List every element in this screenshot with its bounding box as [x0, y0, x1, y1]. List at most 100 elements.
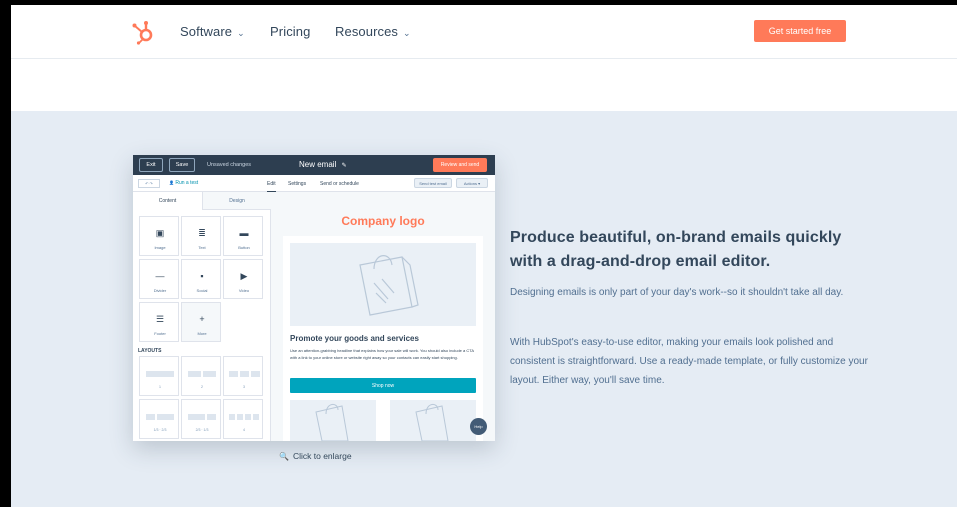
hero-image-placeholder — [290, 243, 476, 326]
editor-top-bar: Exit Save Unsaved changes New email ✎ Re… — [133, 155, 495, 175]
tab-design: Design — [202, 192, 271, 210]
shopping-bag-icon — [359, 255, 419, 316]
shopping-bag-icon — [315, 404, 349, 441]
click-to-enlarge-label: Click to enlarge — [292, 451, 352, 461]
email-editor-feature-section: Exit Save Unsaved changes New email ✎ Re… — [11, 111, 957, 507]
nav-pricing[interactable]: Pricing — [270, 24, 310, 39]
layout-two-column: 2 — [181, 356, 221, 396]
layouts-heading: LAYOUTS — [138, 348, 162, 354]
layout-block — [146, 414, 155, 420]
get-started-free-button[interactable]: Get started free — [754, 20, 846, 42]
person-icon: 👤 — [169, 180, 174, 185]
help-button: Help — [470, 418, 487, 435]
email-title-text: New email — [299, 160, 337, 169]
page: Software ⌄ Pricing Resources ⌄ Get started… — [11, 5, 957, 507]
module-text: ≣ Text — [181, 216, 221, 256]
actions-dropdown: Actions ▾ — [456, 178, 488, 188]
top-nav: Software ⌄ Pricing Resources ⌄ Get started… — [11, 5, 957, 59]
send-test-email-button: Send test email — [414, 178, 452, 188]
chevron-down-icon: ⌄ — [237, 28, 245, 38]
layout-block — [207, 414, 216, 420]
layout-block — [251, 371, 260, 377]
layout-label: 2/3 · 1/3 — [195, 428, 209, 432]
module-social: ▪ Social — [181, 259, 221, 299]
nav-software[interactable]: Software ⌄ — [180, 24, 245, 39]
layout-label: 1/3 · 2/3 — [153, 428, 167, 432]
tab-send-or-schedule: Send or schedule — [320, 181, 359, 187]
feature-heading: Produce beautiful, on-brand emails quick… — [510, 229, 842, 270]
plus-icon: + — [199, 314, 205, 324]
module-label: Divider — [153, 288, 167, 293]
tab-settings: Settings — [288, 181, 307, 187]
module-label: More — [197, 331, 207, 336]
layout-block — [203, 371, 216, 377]
email-body-card: Promote your goods and services Use an a… — [283, 236, 483, 441]
tab-edit: Edit — [267, 181, 276, 192]
save-button: Save — [169, 158, 195, 172]
module-video: ▶ Video — [223, 259, 263, 299]
layout-block — [188, 414, 205, 420]
layout-third-two-thirds: 1/3 · 2/3 — [139, 399, 179, 439]
email-editor-screenshot[interactable]: Exit Save Unsaved changes New email ✎ Re… — [133, 155, 495, 441]
footer-icon: ☰ — [155, 314, 165, 324]
module-label: Video — [238, 288, 250, 293]
divider-icon: — — [155, 271, 165, 281]
feature-paragraph-2: With HubSpot's easy-to-use editor, makin… — [510, 337, 868, 386]
module-label: Text — [198, 245, 206, 250]
layout-label: 1 — [159, 385, 161, 389]
product-image-placeholder — [390, 400, 476, 441]
run-a-test-link: 👤 Run a test — [169, 180, 198, 186]
nav-pricing-label: Pricing — [270, 24, 311, 39]
module-footer: ☰ Footer — [139, 302, 179, 342]
layout-block — [237, 414, 243, 420]
shopping-bag-icon — [415, 404, 449, 441]
layout-block — [245, 414, 251, 420]
layout-block — [146, 371, 174, 377]
chevron-down-icon: ⌄ — [403, 28, 411, 38]
nav-resources[interactable]: Resources ⌄ — [335, 24, 411, 39]
module-button: ▬ Button — [223, 216, 263, 256]
layout-block — [240, 371, 249, 377]
company-logo-placeholder: Company logo — [341, 214, 425, 228]
email-canvas: Company logo Promote your goods and serv… — [271, 192, 495, 441]
undo-redo-icon: ↶ ↷ — [138, 179, 160, 188]
layout-block — [253, 414, 259, 420]
promo-body-text: Use an attention-grabbing headline that … — [290, 348, 474, 360]
layout-label: 2 — [201, 385, 203, 389]
unsaved-status: Unsaved changes — [207, 162, 252, 168]
promo-headline: Promote your goods and services — [290, 334, 419, 343]
social-icon: ▪ — [200, 271, 204, 281]
magnifier-icon: 🔍 — [279, 452, 289, 461]
nav-resources-label: Resources — [335, 24, 399, 39]
click-to-enlarge-link[interactable]: 🔍 Click to enlarge — [279, 451, 352, 461]
video-icon: ▶ — [240, 271, 248, 281]
feature-paragraph-1: Designing emails is only part of your da… — [510, 287, 844, 298]
module-label: Social — [196, 288, 208, 293]
editor-left-panel: Content Design ▣ Image ≣ Text ▬ Button — — [133, 192, 271, 441]
image-icon: ▣ — [155, 228, 165, 238]
layout-one-column: 1 — [139, 356, 179, 396]
module-label: Footer — [154, 331, 166, 336]
hubspot-sprocket-icon[interactable] — [131, 19, 157, 45]
shop-now-button: Shop now — [290, 378, 476, 393]
module-label: Button — [238, 245, 250, 250]
run-a-test-label: Run a test — [175, 180, 199, 186]
email-title: New email ✎ — [299, 160, 347, 169]
product-image-placeholder — [290, 400, 376, 441]
button-icon: ▬ — [239, 228, 249, 238]
module-more: + More — [181, 302, 221, 342]
layout-block — [188, 371, 201, 377]
review-and-send-button: Review and send — [433, 158, 487, 172]
layout-three-column: 3 — [223, 356, 263, 396]
layout-two-thirds-third: 2/3 · 1/3 — [181, 399, 221, 439]
pencil-icon: ✎ — [341, 163, 347, 169]
module-image: ▣ Image — [139, 216, 179, 256]
left-panel-tabs: Content Design — [133, 192, 271, 210]
tab-content: Content — [158, 198, 177, 204]
layout-four-column: 4 — [223, 399, 263, 439]
layout-label: 3 — [243, 385, 245, 389]
layout-block — [157, 414, 174, 420]
module-label: Image — [154, 245, 166, 250]
module-divider: — Divider — [139, 259, 179, 299]
exit-button: Exit — [139, 158, 163, 172]
